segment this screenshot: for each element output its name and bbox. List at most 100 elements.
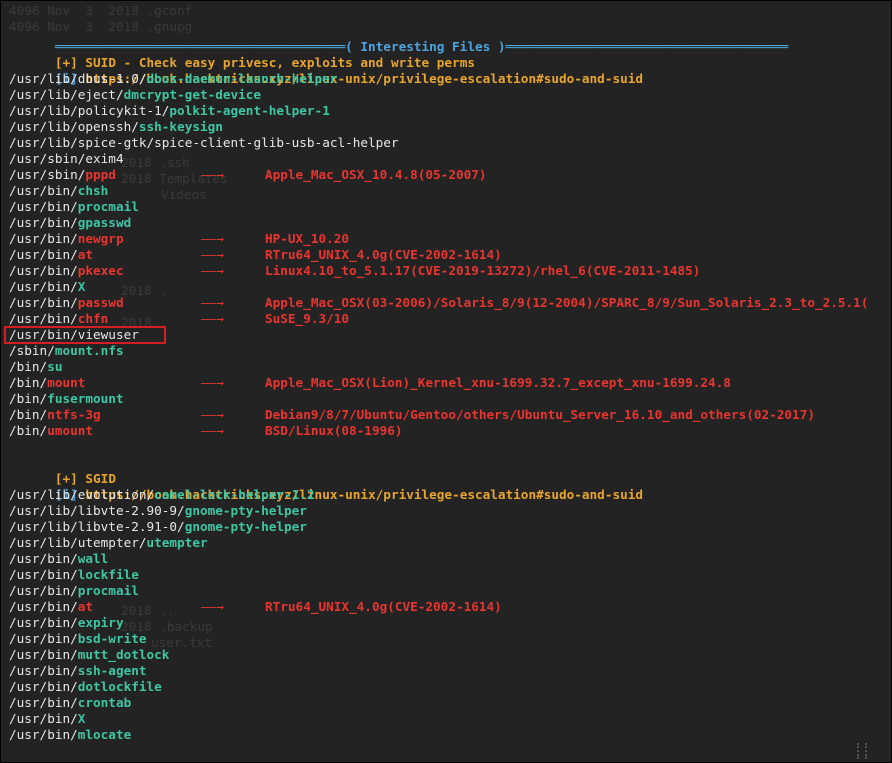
file-name: mount — [47, 375, 86, 390]
file-name: crontab — [77, 695, 132, 710]
file-name: lockfile — [77, 567, 139, 582]
sgid-file-row: /usr/lib/evolution/camel-lock-helper-1.2 — [9, 487, 788, 503]
suid-file-row: /bin/ntfs-3g ——→ Debian9/8/7/Ubuntu/Gentoo… — [9, 407, 815, 423]
file-dir: /usr/lib/evolution/ — [9, 487, 155, 502]
file-name: pppd — [85, 167, 116, 182]
sgid-file-row: /usr/bin/at ——→ RTru64_UNIX_4.0g(CVE-2002-… — [9, 599, 788, 615]
sgid-file-row: /usr/bin/mlocate — [9, 727, 788, 743]
banner-line: ══════════════════════════════════════( … — [9, 23, 788, 54]
file-name: dbus-daemon-launch-helper — [146, 71, 338, 86]
suid-file-row: /usr/lib/eject/dmcrypt-get-device — [9, 87, 788, 103]
file-name: at — [77, 247, 94, 262]
file-dir: /usr/bin/ — [9, 631, 78, 646]
file-dir: /bin/ — [9, 391, 48, 406]
file-name: ssh-agent — [77, 663, 147, 678]
file-name: spice-client-glib-usb-acl-helper — [154, 135, 399, 150]
file-dir: /usr/lib/openssh/ — [9, 119, 139, 134]
file-name: camel-lock-helper-1.2 — [154, 487, 315, 502]
arrow-icon: ——→ — [201, 247, 224, 262]
suid-file-row: /usr/bin/at ——→ RTru64_UNIX_4.0g(CVE-2002-… — [9, 247, 788, 263]
sgid-info: [i] https://book.hacktricks.xyz/linux-un… — [9, 471, 788, 502]
file-dir: /usr/lib/dbus-1.0/ — [9, 71, 147, 86]
arrow-icon: ——→ — [201, 375, 224, 390]
exploit-hint: Debian9/8/7/Ubuntu/Gentoo/others/Ubuntu_… — [265, 407, 815, 422]
file-name: gnome-pty-helper — [184, 503, 307, 518]
suid-header: [+] SUID - Check easy privesc, exploits … — [9, 39, 788, 70]
file-dir: /usr/bin/ — [9, 583, 78, 598]
arrow-icon: ——→ — [201, 423, 224, 438]
file-name: mount.nfs — [54, 343, 124, 358]
file-name: chfn — [77, 311, 109, 326]
exploit-hint: HP-UX_10.20 — [265, 231, 350, 246]
suid-file-row: /usr/bin/chsh — [9, 183, 788, 199]
suid-file-row: /usr/bin/procmail — [9, 199, 788, 215]
sgid-file-row: /usr/bin/expiry — [9, 615, 788, 631]
file-dir: /usr/bin/ — [9, 199, 78, 214]
file-name: passwd — [77, 295, 124, 310]
scrollbar-grip[interactable] — [857, 743, 867, 759]
suid-file-row: /sbin/mount.nfs — [9, 343, 788, 359]
file-dir: /usr/lib/utempter/ — [9, 535, 147, 550]
file-dir: /usr/lib/spice-gtk/ — [9, 135, 155, 150]
exploit-hint: Apple_Mac_OSX(03-2006)/Solaris_8/9(12-20… — [265, 295, 869, 310]
file-dir: /usr/bin/ — [9, 247, 78, 262]
file-name: gpasswd — [77, 215, 132, 230]
sgid-file-row: /usr/bin/crontab — [9, 695, 788, 711]
file-dir: /usr/bin/ — [9, 615, 78, 630]
suid-file-row: /usr/bin/pkexec ——→ Linux4.10_to_5.1.17(CV… — [9, 263, 788, 279]
sgid-file-row: /usr/bin/dotlockfile — [9, 679, 788, 695]
suid-file-row: /usr/bin/passwd ——→ Apple_Mac_OSX(03-2006)… — [9, 295, 868, 311]
file-dir: /usr/bin/ — [9, 295, 78, 310]
arrow-icon: ——→ — [201, 311, 224, 326]
suid-file-row: /usr/lib/openssh/ssh-keysign — [9, 119, 788, 135]
file-dir: /usr/sbin/ — [9, 151, 86, 166]
file-name: mutt_dotlock — [77, 647, 170, 662]
sgid-file-row: /usr/bin/mutt_dotlock — [9, 647, 788, 663]
file-name: utempter — [146, 535, 208, 550]
sgid-file-row: /usr/bin/X — [9, 711, 788, 727]
arrow-icon: ——→ — [201, 295, 224, 310]
suid-info: [i] https://book.hacktricks.xyz/linux-un… — [9, 55, 788, 86]
file-dir: /sbin/ — [9, 343, 55, 358]
arrow-icon: ——→ — [201, 407, 224, 422]
arrow-icon: ——→ — [201, 263, 224, 278]
suid-file-row: /usr/bin/chfn ——→ SuSE_9.3/10 — [9, 311, 788, 327]
sgid-file-row: /usr/bin/bsd-write — [9, 631, 788, 647]
ghost-text: 4096 Nov 3 2018 .gconf — [9, 3, 193, 18]
file-name: umount — [47, 423, 94, 438]
terminal-output: ══════════════════════════════════════( … — [9, 23, 868, 743]
file-dir: /bin/ — [9, 375, 48, 390]
file-name: expiry — [77, 615, 124, 630]
suid-file-row: /usr/sbin/pppd ——→ Apple_Mac_OSX_10.4.8(05… — [9, 167, 788, 183]
file-dir: /bin/ — [9, 359, 48, 374]
file-name: ntfs-3g — [47, 407, 101, 422]
file-dir: /usr/lib/eject/ — [9, 87, 124, 102]
sgid-file-row: /usr/bin/procmail — [9, 583, 788, 599]
suid-file-row: /bin/umount ——→ BSD/Linux(08-1996) — [9, 423, 788, 439]
file-dir: /usr/lib/policykit-1/ — [9, 103, 170, 118]
file-dir: /usr/bin/ — [9, 183, 78, 198]
file-name: gnome-pty-helper — [184, 519, 307, 534]
file-name: bsd-write — [77, 631, 147, 646]
exploit-hint: SuSE_9.3/10 — [265, 311, 350, 326]
suid-file-row: /usr/lib/policykit-1/polkit-agent-helper… — [9, 103, 788, 119]
file-dir: /usr/bin/ — [9, 663, 78, 678]
file-dir: /usr/bin/ — [9, 263, 78, 278]
file-name: X — [77, 711, 86, 726]
file-dir: /usr/bin/ — [9, 679, 78, 694]
sgid-file-list: /usr/lib/evolution/camel-lock-helper-1.2… — [9, 487, 788, 743]
file-dir: /usr/sbin/ — [9, 167, 86, 182]
file-name: wall — [77, 551, 109, 566]
file-name: viewuser — [77, 327, 139, 342]
file-dir: /usr/bin/ — [9, 567, 78, 582]
file-dir: /usr/lib/libvte-2.91-0/ — [9, 519, 185, 534]
terminal-window: 4096 Nov 3 2018 .gconf 4096 Nov 3 2018 .g… — [0, 0, 892, 763]
exploit-hint: Apple_Mac_OSX(Lion)_Kernel_xnu-1699.32.7… — [265, 375, 731, 390]
file-name: procmail — [77, 583, 139, 598]
sgid-file-row: /usr/bin/lockfile — [9, 567, 788, 583]
file-name: ssh-keysign — [138, 119, 223, 134]
file-dir: /usr/bin/ — [9, 311, 78, 326]
file-dir: /usr/lib/libvte-2.90-9/ — [9, 503, 185, 518]
file-dir: /usr/bin/ — [9, 727, 78, 742]
